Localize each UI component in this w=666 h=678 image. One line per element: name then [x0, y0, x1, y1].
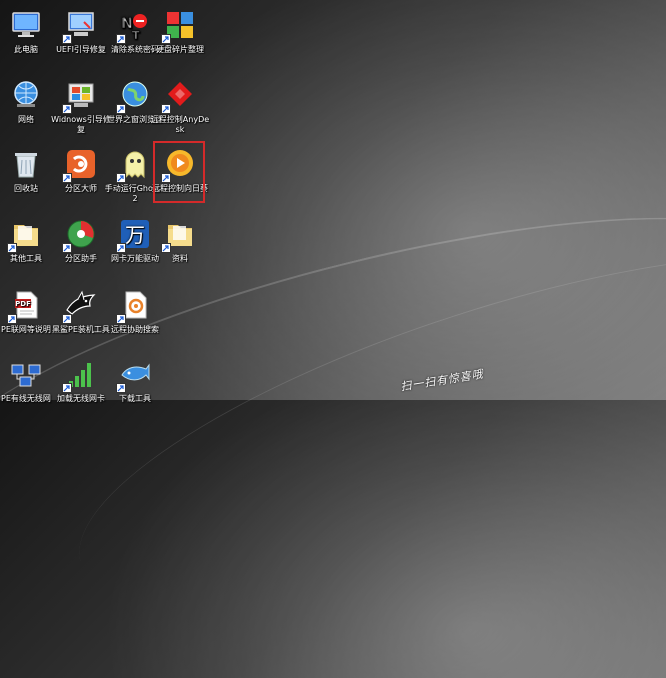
shortcut-arrow-icon — [116, 383, 126, 393]
desktop-icon-load-wifi-card[interactable]: 加载无线网卡 — [50, 357, 112, 404]
desktop-icon-partition-master[interactable]: 分区大师 — [50, 147, 112, 194]
clear-password-icon: NT — [116, 8, 152, 44]
shortcut-arrow-icon — [62, 243, 72, 253]
shortcut-arrow-icon — [62, 173, 72, 183]
folder-icon — [161, 217, 197, 253]
svg-text:万: 万 — [125, 223, 145, 247]
windows-boot-repair-icon — [62, 78, 98, 114]
network-icon — [9, 78, 43, 112]
shortcut-arrow-icon — [161, 34, 171, 44]
shortcut-arrow-icon — [116, 173, 126, 183]
anydesk-icon — [161, 78, 197, 114]
shortcut-arrow-icon — [116, 104, 126, 114]
desktop-icon-remote-assist-search[interactable]: 远程协助搜索 — [104, 288, 166, 335]
desktop-icon-partition-assistant[interactable]: 分区助手 — [50, 217, 112, 264]
shortcut-arrow-icon — [161, 243, 171, 253]
uefi-repair-icon — [62, 8, 98, 44]
shortcut-arrow-icon — [62, 383, 72, 393]
desktop-icon-network[interactable]: 网络 — [0, 78, 57, 125]
desktop-icon-uefi-repair[interactable]: UEFI引导修复 — [50, 8, 112, 55]
computer-icon — [9, 8, 43, 42]
desktop-icon-pe-wired-wireless[interactable]: PE有线无线网 — [0, 357, 57, 404]
shortcut-arrow-icon — [7, 243, 17, 253]
desktop-icon-blackshark-pe[interactable]: 黑鲨PE装机工具 — [50, 288, 112, 335]
browser-icon — [116, 78, 152, 114]
disk-defrag-icon — [161, 8, 197, 44]
shortcut-arrow-icon — [161, 104, 171, 114]
ghost-icon — [116, 147, 152, 183]
partition-assistant-icon — [62, 217, 98, 253]
wifi-signal-icon — [62, 357, 98, 393]
desktop-icon-data-folder[interactable]: 资料 — [149, 217, 211, 264]
desktop-icon-sunflower[interactable]: 远程控制向日葵 — [149, 147, 211, 194]
desktop-icon-recycle-bin[interactable]: 回收站 — [0, 147, 57, 194]
shortcut-arrow-icon — [116, 314, 126, 324]
pe-network-icon — [9, 357, 43, 391]
svg-text:PDF: PDF — [15, 300, 31, 308]
desktop-icon-this-pc[interactable]: 此电脑 — [0, 8, 57, 55]
desktop-icon-disk-defrag[interactable]: 硬盘碎片整理 — [149, 8, 211, 55]
recycle-bin-icon — [9, 147, 43, 181]
remote-assist-icon — [116, 288, 152, 324]
svg-text:N: N — [121, 16, 133, 32]
shortcut-arrow-icon — [116, 34, 126, 44]
desktop-icon-download-tool[interactable]: 下载工具 — [104, 357, 166, 404]
desktop-icon-pe-network-guide[interactable]: PDF PE联网等说明 — [0, 288, 57, 335]
folder-icon — [7, 217, 43, 253]
pdf-icon: PDF — [7, 288, 43, 324]
shortcut-arrow-icon — [62, 104, 72, 114]
shortcut-arrow-icon — [62, 34, 72, 44]
download-tool-icon — [116, 357, 152, 393]
shortcut-arrow-icon — [7, 314, 17, 324]
desktop-icon-other-tools[interactable]: 其他工具 — [0, 217, 57, 264]
desktop-icon-anydesk[interactable]: 远程控制AnyDesk — [149, 78, 211, 135]
desktop-icon-windows-boot-repair[interactable]: Widnows引导修复 — [50, 78, 112, 135]
shortcut-arrow-icon — [161, 173, 171, 183]
wallpaper-watermark-text: 扫一扫有惊喜哦 — [399, 367, 485, 394]
blackshark-icon — [62, 288, 98, 324]
partition-master-icon — [62, 147, 98, 183]
nic-driver-icon: 万 — [116, 217, 152, 253]
shortcut-arrow-icon — [116, 243, 126, 253]
sunflower-icon — [161, 147, 197, 183]
svg-text:T: T — [132, 29, 140, 42]
shortcut-arrow-icon — [62, 314, 72, 324]
